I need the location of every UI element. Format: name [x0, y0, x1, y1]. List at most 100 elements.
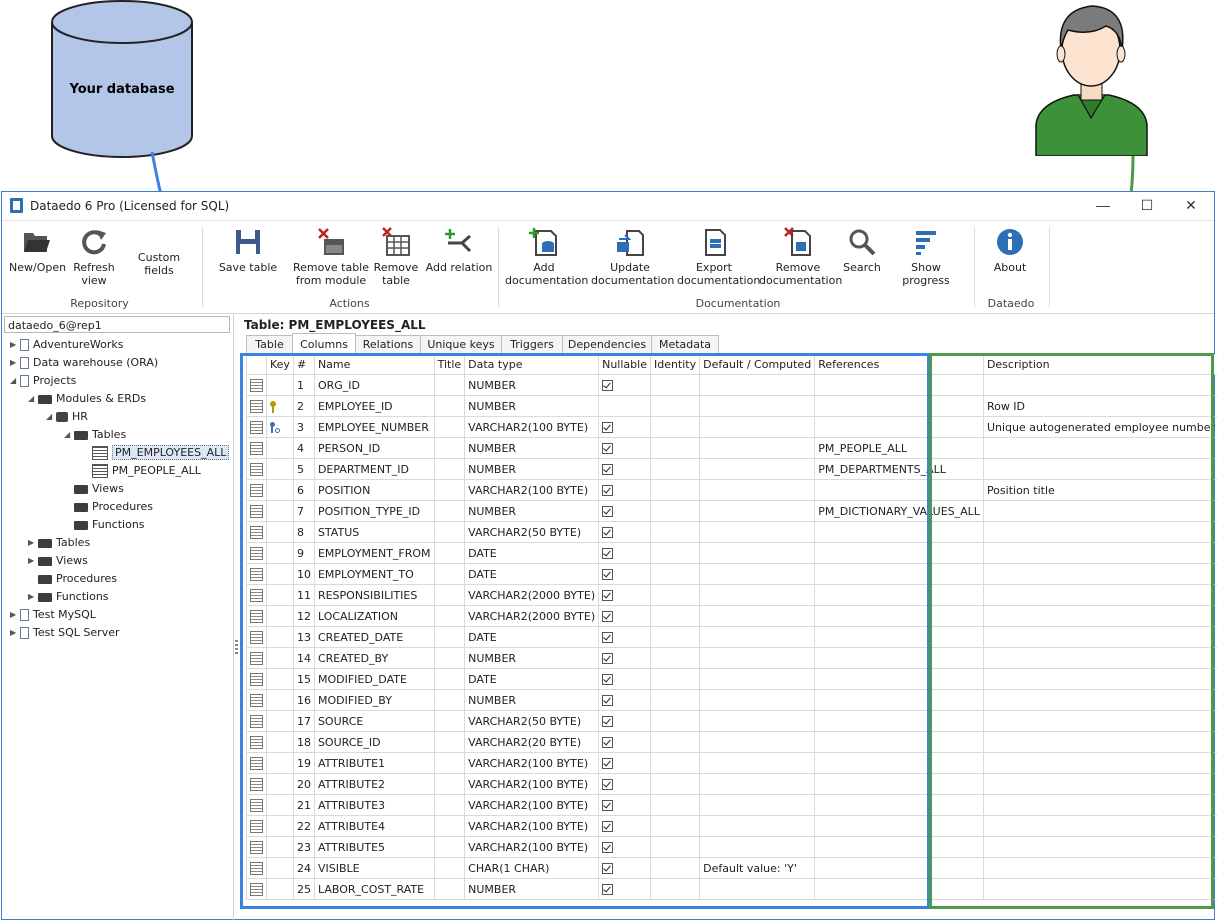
repository-selector[interactable]: dataedo_6@rep1: [4, 316, 230, 333]
description-cell[interactable]: [982, 605, 1217, 627]
new-open-button[interactable]: New/Open: [9, 227, 66, 274]
nullable-checkbox[interactable]: [602, 863, 614, 874]
column-header-default[interactable]: Default / Computed: [699, 354, 816, 375]
table-row[interactable]: 4 PERSON_ID NUMBER PM_PEOPLE_ALL: [246, 437, 1217, 459]
name-cell[interactable]: SOURCE_ID: [313, 731, 435, 753]
title-cell[interactable]: [433, 542, 466, 564]
references-cell[interactable]: [814, 542, 984, 564]
title-cell[interactable]: [433, 584, 466, 606]
table-row[interactable]: 18 SOURCE_ID VARCHAR2(20 BYTE): [246, 731, 1217, 753]
custom-fields-button[interactable]: Custom fields: [124, 251, 194, 277]
nullable-checkbox[interactable]: [602, 653, 614, 664]
table-row[interactable]: 21 ATTRIBUTE3 VARCHAR2(100 BYTE): [246, 794, 1217, 816]
title-cell[interactable]: [433, 500, 466, 522]
nullable-checkbox[interactable]: [602, 590, 614, 601]
table-row[interactable]: 19 ATTRIBUTE1 VARCHAR2(100 BYTE): [246, 752, 1217, 774]
description-cell[interactable]: [982, 752, 1217, 774]
add-documentation-button[interactable]: Add documentation: [505, 227, 588, 287]
name-cell[interactable]: EMPLOYMENT_TO: [313, 563, 435, 585]
nullable-checkbox[interactable]: [602, 506, 614, 517]
title-cell[interactable]: [433, 836, 466, 858]
description-cell[interactable]: Row ID: [982, 395, 1217, 417]
table-row[interactable]: 20 ATTRIBUTE2 VARCHAR2(100 BYTE): [246, 773, 1217, 795]
references-cell[interactable]: [814, 878, 984, 900]
tree-node-test-sql-server[interactable]: ▶ Test SQL Server: [10, 624, 120, 642]
nullable-checkbox[interactable]: [602, 695, 614, 706]
description-cell[interactable]: [982, 878, 1217, 900]
tree-node-procedures[interactable]: Procedures: [28, 570, 117, 588]
search-button[interactable]: Search: [840, 227, 884, 274]
title-cell[interactable]: [433, 752, 466, 774]
refresh-view-button[interactable]: Refresh view: [70, 227, 118, 287]
name-cell[interactable]: CREATED_DATE: [313, 626, 435, 648]
show-progress-button[interactable]: Show progress: [888, 227, 964, 287]
table-row[interactable]: 8 STATUS VARCHAR2(50 BYTE): [246, 521, 1217, 543]
description-cell[interactable]: [982, 542, 1217, 564]
column-header-description[interactable]: Description: [982, 354, 1217, 375]
update-documentation-button[interactable]: Update documentation: [591, 227, 674, 287]
description-cell[interactable]: Position title: [982, 479, 1217, 501]
references-cell[interactable]: [814, 563, 984, 585]
description-cell[interactable]: [982, 710, 1217, 732]
title-cell[interactable]: [433, 647, 466, 669]
column-header-references[interactable]: References: [814, 354, 984, 375]
name-cell[interactable]: CREATED_BY: [313, 647, 435, 669]
table-row[interactable]: 1 ORG_ID NUMBER: [246, 374, 1217, 396]
name-cell[interactable]: POSITION_TYPE_ID: [313, 500, 435, 522]
maximize-button[interactable]: ☐: [1125, 192, 1169, 220]
name-cell[interactable]: ATTRIBUTE3: [313, 794, 435, 816]
name-cell[interactable]: EMPLOYEE_ID: [313, 395, 435, 417]
nullable-checkbox[interactable]: [602, 443, 614, 454]
title-cell[interactable]: [433, 668, 466, 690]
tree-node-hr-views[interactable]: Views: [64, 480, 124, 498]
description-cell[interactable]: [982, 647, 1217, 669]
table-row[interactable]: 3 EMPLOYEE_NUMBER VARCHAR2(100 BYTE) Unique…: [246, 416, 1217, 438]
expand-arrow-icon[interactable]: ▶: [10, 336, 20, 354]
tab-dependencies[interactable]: Dependencies: [562, 335, 652, 353]
nullable-checkbox[interactable]: [602, 527, 614, 538]
name-cell[interactable]: ORG_ID: [313, 374, 435, 396]
tab-triggers[interactable]: Triggers: [501, 335, 563, 353]
title-cell[interactable]: [433, 479, 466, 501]
nullable-checkbox[interactable]: [602, 758, 614, 769]
references-cell[interactable]: [814, 416, 984, 438]
name-cell[interactable]: RESPONSIBILITIES: [313, 584, 435, 606]
references-cell[interactable]: [814, 479, 984, 501]
tab-metadata[interactable]: Metadata: [651, 335, 719, 353]
tab-unique-keys[interactable]: Unique keys: [420, 335, 502, 353]
nullable-checkbox[interactable]: [602, 569, 614, 580]
table-row[interactable]: 14 CREATED_BY NUMBER: [246, 647, 1217, 669]
references-cell[interactable]: [814, 710, 984, 732]
references-cell[interactable]: [814, 626, 984, 648]
collapse-arrow-icon[interactable]: ◢: [64, 426, 74, 444]
table-row[interactable]: 16 MODIFIED_BY NUMBER: [246, 689, 1217, 711]
nullable-checkbox[interactable]: [602, 737, 614, 748]
table-row[interactable]: 15 MODIFIED_DATE DATE: [246, 668, 1217, 690]
title-cell[interactable]: [433, 794, 466, 816]
collapse-arrow-icon[interactable]: ◢: [10, 372, 20, 390]
name-cell[interactable]: MODIFIED_DATE: [313, 668, 435, 690]
description-cell[interactable]: [982, 584, 1217, 606]
name-cell[interactable]: ATTRIBUTE2: [313, 773, 435, 795]
title-cell[interactable]: [433, 521, 466, 543]
minimize-button[interactable]: —: [1081, 192, 1125, 220]
name-cell[interactable]: POSITION: [313, 479, 435, 501]
name-cell[interactable]: PERSON_ID: [313, 437, 435, 459]
tab-relations[interactable]: Relations: [355, 335, 421, 353]
name-cell[interactable]: EMPLOYEE_NUMBER: [313, 416, 435, 438]
title-cell[interactable]: [433, 857, 466, 879]
column-header-identity[interactable]: Identity: [649, 354, 701, 375]
title-cell[interactable]: [433, 416, 466, 438]
references-cell[interactable]: [814, 773, 984, 795]
nullable-checkbox[interactable]: [602, 464, 614, 475]
description-cell[interactable]: [982, 836, 1217, 858]
tab-table[interactable]: Table: [246, 335, 293, 353]
export-documentation-button[interactable]: Export documentation: [677, 227, 760, 287]
table-row[interactable]: 24 VISIBLE CHAR(1 CHAR) Default value: 'Y': [246, 857, 1217, 879]
description-cell[interactable]: [982, 815, 1217, 837]
collapse-arrow-icon[interactable]: ◢: [28, 390, 38, 408]
table-row[interactable]: 11 RESPONSIBILITIES VARCHAR2(2000 BYTE): [246, 584, 1217, 606]
tree-node-adventureworks[interactable]: ▶ AdventureWorks: [10, 336, 123, 354]
title-cell[interactable]: [433, 437, 466, 459]
description-cell[interactable]: [982, 563, 1217, 585]
